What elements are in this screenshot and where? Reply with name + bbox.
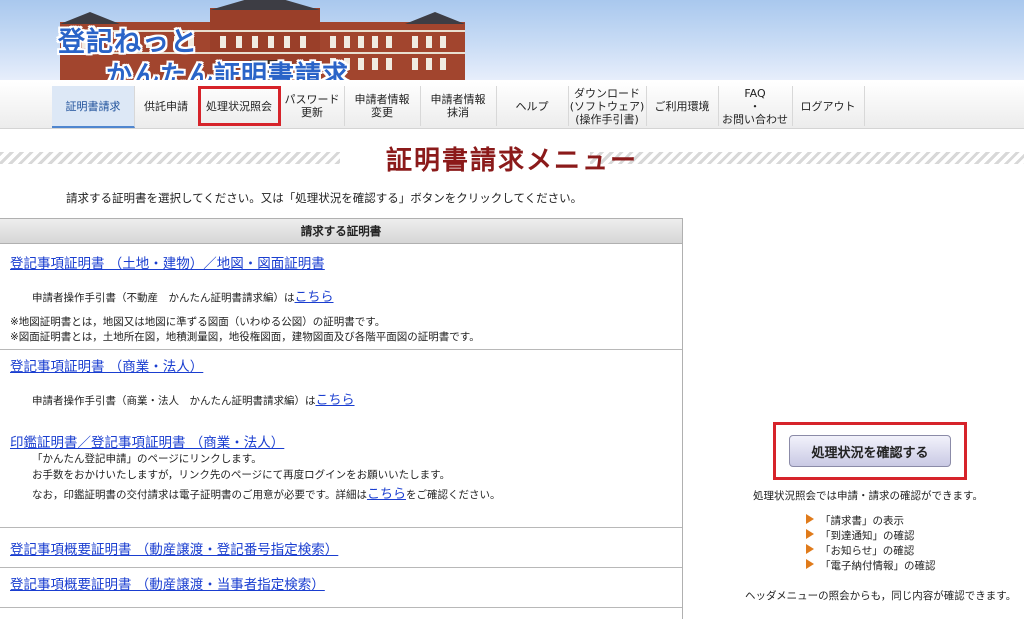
redirect-note: 「かんたん登記申請」のページにリンクします。	[32, 453, 262, 465]
movables-party-search-link[interactable]: 登記事項概要証明書 （動産譲渡・当事者指定検索）	[10, 573, 325, 593]
commercial-certificate-link[interactable]: 登記事項証明書 （商業・法人）	[10, 355, 203, 375]
triangle-bullet-icon	[806, 559, 814, 569]
instruction-text: 請求する証明書を選択してください。又は「処理状況を確認する」ボタンをクリックして…	[66, 191, 583, 205]
movables-number-search-link[interactable]: 登記事項概要証明書 （動産譲渡・登記番号指定検索）	[10, 538, 338, 558]
triangle-bullet-icon	[806, 529, 814, 539]
seal-note-suffix: をご確認ください。	[405, 489, 501, 501]
nav-applicant-info-delete[interactable]: 申請者情報 抹消	[420, 86, 497, 126]
seal-note-prefix: なお，印鑑証明書の交付請求は電子証明書のご用意が必要です。詳細は	[32, 489, 367, 501]
nav-download[interactable]: ダウンロード (ソフトウェア) (操作手引書)	[568, 86, 647, 126]
nav-certificate-request[interactable]: 証明書請求	[52, 86, 135, 128]
logo-line2: かんたん証明書請求	[106, 61, 350, 80]
status-feature-list: 「請求書」の表示 「到達通知」の確認 「お知らせ」の確認 「電子納付情報」の確認	[806, 514, 936, 574]
section-movables-party: 登記事項概要証明書 （動産譲渡・当事者指定検索）	[0, 567, 682, 608]
nav-applicant-info-change[interactable]: 申請者情報 変更	[344, 86, 421, 126]
table-header: 請求する証明書	[0, 219, 682, 244]
nav-logout[interactable]: ログアウト	[792, 86, 865, 126]
triangle-bullet-icon	[806, 544, 814, 554]
feature-label: 「到達通知」の確認	[820, 530, 915, 542]
manual-text-commercial: 申請者操作手引書（商業・法人 かんたん証明書請求編）はこちら	[32, 389, 355, 408]
list-item: 「請求書」の表示	[806, 514, 936, 529]
details-link[interactable]: こちら	[367, 487, 406, 502]
site-logo[interactable]: 登記ねっと かんたん証明書請求	[58, 20, 349, 80]
nav-faq-contact[interactable]: FAQ ・ お問い合わせ	[718, 86, 793, 126]
check-status-button[interactable]: 処理状況を確認する	[789, 435, 951, 467]
seal-requirement-note: なお，印鑑証明書の交付請求は電子証明書のご用意が必要です。詳細はこちらをご確認く…	[32, 483, 500, 502]
real-estate-certificate-link[interactable]: 登記事項証明書 （土地・建物）／地図・図面証明書	[10, 252, 325, 272]
nav-help[interactable]: ヘルプ	[496, 86, 569, 126]
certificate-table: 請求する証明書 登記事項証明書 （土地・建物）／地図・図面証明書 申請者操作手引…	[0, 218, 683, 619]
section-real-estate: 登記事項証明書 （土地・建物）／地図・図面証明書 申請者操作手引書（不動産 かん…	[0, 244, 682, 350]
status-description: 処理状況照会では申請・請求の確認ができます。	[753, 490, 983, 502]
manual-link-real-estate[interactable]: こちら	[295, 290, 334, 305]
feature-label: 「電子納付情報」の確認	[820, 560, 936, 572]
list-item: 「電子納付情報」の確認	[806, 559, 936, 574]
header-banner: 登記ねっと かんたん証明書請求	[0, 0, 1024, 80]
nav-environment[interactable]: ご利用環境	[646, 86, 719, 126]
manual-link-commercial[interactable]: こちら	[316, 393, 355, 408]
nav-deposit-application[interactable]: 供託申請	[134, 86, 199, 126]
main-nav: 証明書請求 供託申請 処理状況照会 パスワード 更新 申請者情報 変更 申請者情…	[0, 82, 1024, 129]
list-item: 「到達通知」の確認	[806, 529, 936, 544]
manual-label: 申請者操作手引書（商業・法人 かんたん証明書請求編）は	[32, 395, 316, 407]
page-title: 証明書請求メニュー	[385, 146, 638, 176]
nav-status-inquiry[interactable]: 処理状況照会	[198, 86, 281, 126]
manual-label: 申請者操作手引書（不動産 かんたん証明書請求編）は	[32, 292, 295, 304]
manual-text-real-estate: 申請者操作手引書（不動産 かんたん証明書請求編）はこちら	[32, 286, 334, 305]
relogin-note: お手数をおかけいたしますが，リンク先のページにて再度ログインをお願いいたします。	[32, 469, 451, 481]
feature-label: 「請求書」の表示	[820, 515, 904, 527]
list-item: 「お知らせ」の確認	[806, 544, 936, 559]
triangle-bullet-icon	[806, 514, 814, 524]
drawing-certificate-note: ※図面証明書とは，土地所在図，地積測量図，地役権図面，建物図面及び各階平面図の証…	[10, 331, 480, 343]
map-certificate-note: ※地図証明書とは，地図又は地図に準ずる図面（いわゆる公図）の証明書です。	[10, 316, 386, 328]
feature-label: 「お知らせ」の確認	[820, 545, 915, 557]
nav-password-update[interactable]: パスワード 更新	[280, 86, 345, 126]
section-commercial: 登記事項証明書 （商業・法人） 申請者操作手引書（商業・法人 かんたん証明書請求…	[0, 349, 682, 528]
header-menu-note: ヘッダメニューの照会からも，同じ内容が確認できます。	[745, 590, 1017, 602]
section-movables-number: 登記事項概要証明書 （動産譲渡・登記番号指定検索）	[0, 527, 682, 568]
logo-line1: 登記ねっと	[58, 27, 198, 58]
seal-certificate-link[interactable]: 印鑑証明書／登記事項証明書 （商業・法人）	[10, 431, 284, 451]
